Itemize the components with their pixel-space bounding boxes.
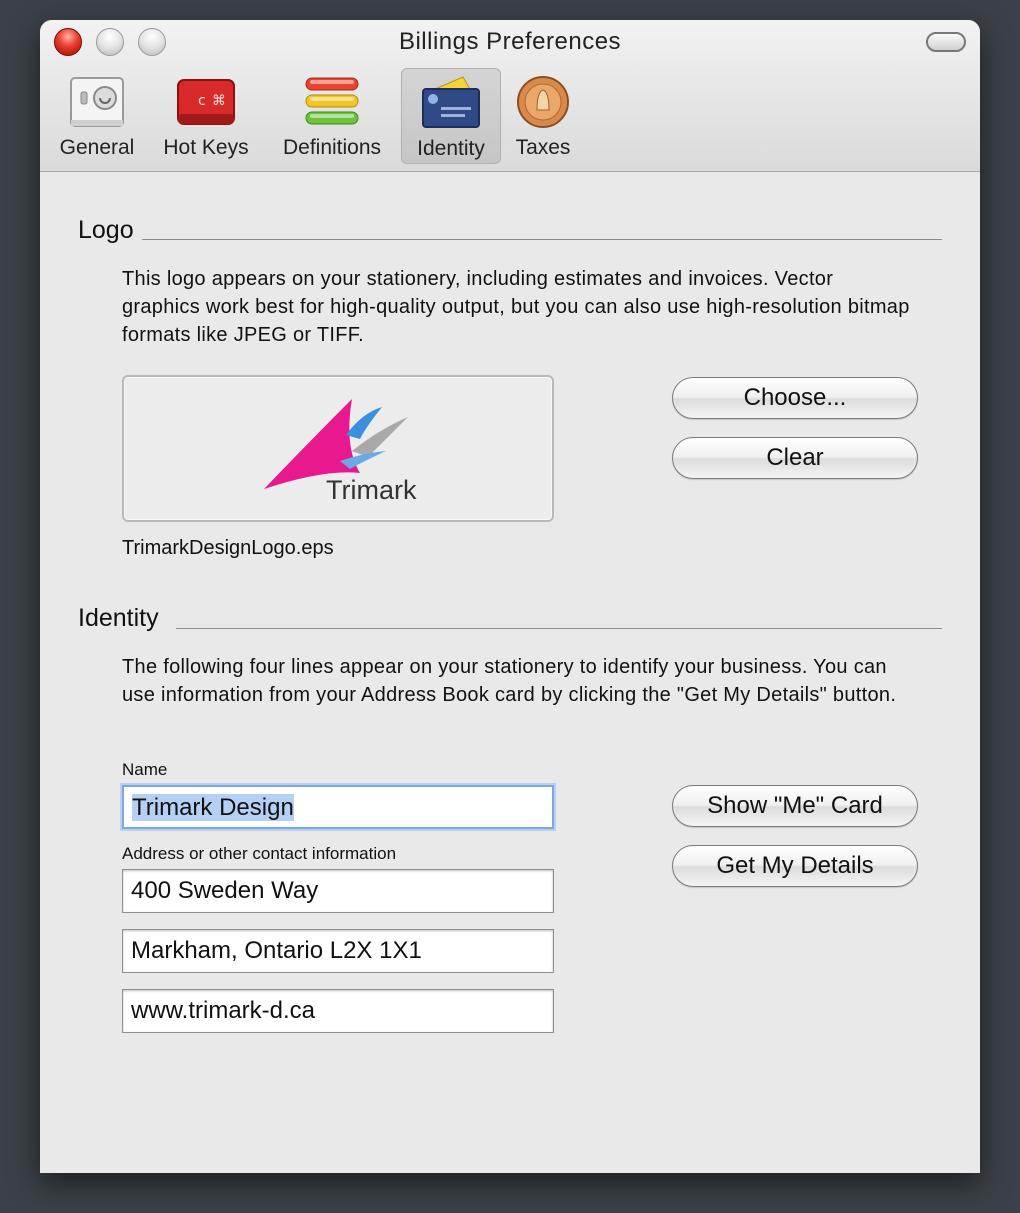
clear-logo-button[interactable]: Clear xyxy=(672,437,918,479)
get-my-details-button[interactable]: Get My Details xyxy=(672,845,918,887)
title-bar: Billings Preferences General c ⌘ Hot Key… xyxy=(40,20,980,172)
show-me-card-button[interactable]: Show "Me" Card xyxy=(672,785,918,827)
logo-image-well[interactable]: Trimark xyxy=(122,375,554,522)
logo-section-divider xyxy=(142,239,942,240)
toolbar-item-hot-keys[interactable]: c ⌘ Hot Keys xyxy=(156,68,256,164)
address-line-1-field[interactable]: 400 Sweden Way xyxy=(122,869,554,913)
definitions-icon xyxy=(305,77,359,125)
logo-wordmark: Trimark xyxy=(326,475,417,505)
toolbar-item-label: Hot Keys xyxy=(163,136,249,159)
toolbar-item-label: General xyxy=(59,136,135,159)
toolbar-item-label: Identity xyxy=(417,137,485,160)
svg-text:c: c xyxy=(198,93,206,109)
toolbar-item-label: Definitions xyxy=(282,136,382,159)
trimark-logo-image: Trimark xyxy=(264,399,417,505)
name-field-value: Trimark Design xyxy=(132,794,294,821)
identity-section-header: Identity xyxy=(78,604,159,632)
window-title: Billings Preferences xyxy=(398,28,622,55)
identity-section-divider xyxy=(176,628,942,629)
address-label: Address or other contact information xyxy=(122,844,397,863)
toolbar-item-definitions[interactable]: Definitions xyxy=(272,68,392,164)
toolbar-item-identity[interactable]: Identity xyxy=(401,68,501,164)
toolbar-item-general[interactable]: General xyxy=(54,68,140,164)
address-line-3-field[interactable]: www.trimark-d.ca xyxy=(122,989,554,1033)
logo-section-header: Logo xyxy=(78,216,134,244)
toolbar-toggle-button[interactable] xyxy=(926,32,966,52)
toolbar-item-taxes[interactable]: Taxes xyxy=(504,68,582,164)
taxes-icon xyxy=(517,76,569,128)
general-switch-icon xyxy=(70,77,124,127)
identity-card-icon xyxy=(422,76,480,128)
svg-text:⌘: ⌘ xyxy=(212,93,226,109)
identity-description: The following four lines appear on your … xyxy=(122,656,897,706)
logo-description: This logo appears on your stationery, in… xyxy=(122,268,910,346)
hot-keys-icon: c ⌘ xyxy=(177,79,235,125)
toolbar-item-label: Taxes xyxy=(515,136,571,159)
address-line-2-field[interactable]: Markham, Ontario L2X 1X1 xyxy=(122,929,554,973)
name-field[interactable]: Trimark Design xyxy=(122,785,554,829)
logo-filename: TrimarkDesignLogo.eps xyxy=(122,537,334,559)
name-label: Name xyxy=(122,760,168,779)
preferences-window: Billings Preferences General c ⌘ Hot Key… xyxy=(40,20,980,1173)
choose-logo-button[interactable]: Choose... xyxy=(672,377,918,419)
